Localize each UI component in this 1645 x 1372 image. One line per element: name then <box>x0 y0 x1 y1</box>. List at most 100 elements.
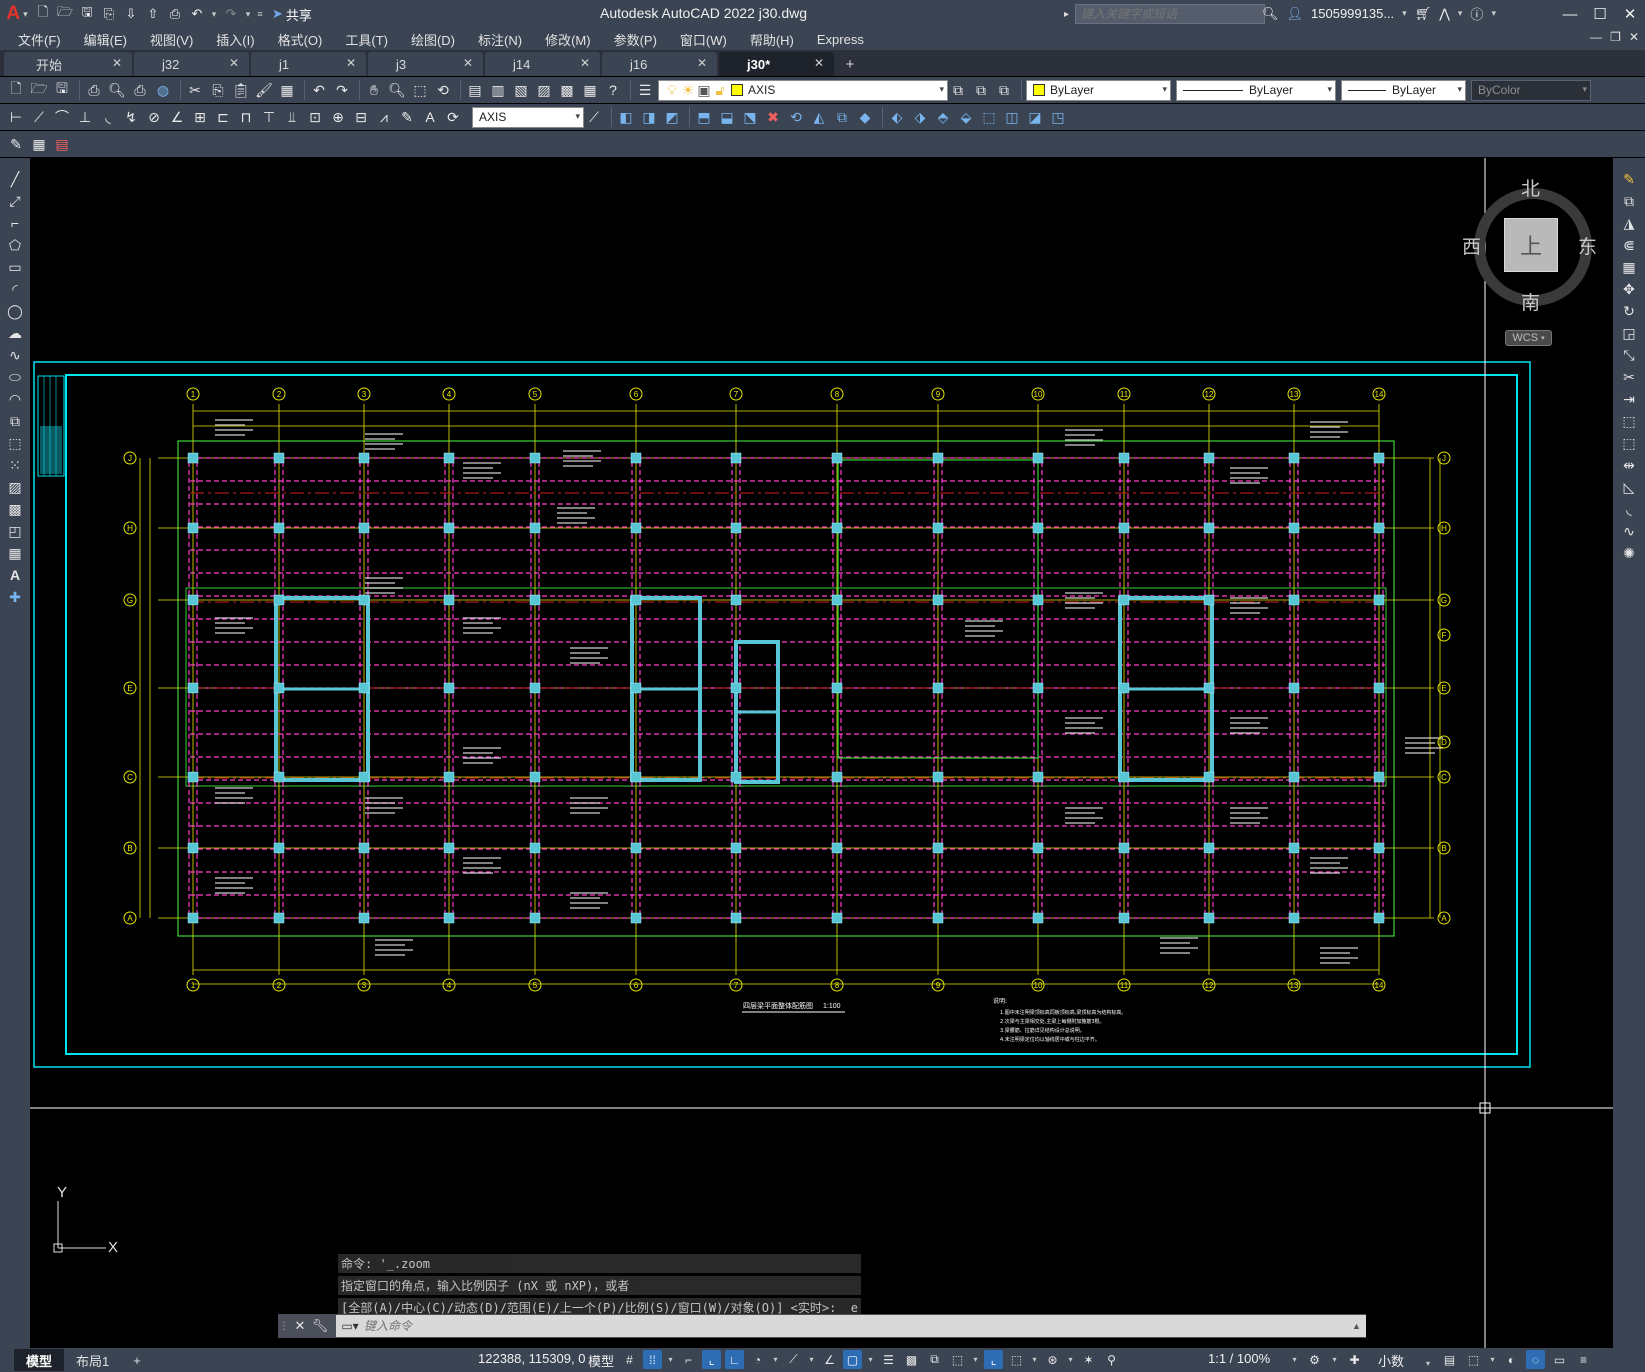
close-icon[interactable]: ✕ <box>1615 0 1645 28</box>
angular-dimension-icon[interactable]: ∠ <box>167 107 187 127</box>
plotstyle-combo[interactable]: ByColor ▾ <box>1471 79 1591 101</box>
move-faces-icon[interactable]: ⬓ <box>717 107 737 127</box>
color-faces-icon[interactable]: ◆ <box>855 107 875 127</box>
redo-icon[interactable]: ↷ <box>332 80 352 100</box>
compass-south[interactable]: 南 <box>1521 288 1540 315</box>
design-center-icon[interactable]: ▥ <box>488 80 508 100</box>
hatch-icon[interactable]: ▨ <box>4 476 26 498</box>
array-icon[interactable]: ▦ <box>1618 256 1640 278</box>
annotation-monitor-icon[interactable]: ✚ <box>1345 1350 1364 1369</box>
tool-palettes-icon[interactable]: ▧ <box>511 80 531 100</box>
cut-icon[interactable]: ✂ <box>185 80 205 100</box>
undo-icon[interactable]: ↶ <box>309 80 329 100</box>
explode-icon[interactable]: ✺ <box>1618 542 1640 564</box>
3d-osnap-dropdown-icon[interactable]: ▾ <box>971 1350 980 1369</box>
lock-ui-icon[interactable]: ⬚ <box>1464 1350 1483 1369</box>
annotation-visibility-icon[interactable]: ✶ <box>1079 1350 1098 1369</box>
mirror-icon[interactable]: ◮ <box>1618 212 1640 234</box>
plot-preview-icon[interactable]: 🔍︎ <box>107 80 127 100</box>
annotation-scale[interactable]: 1:1 / 100% <box>1208 1351 1270 1366</box>
application-menu-button[interactable]: A ▾ <box>0 0 34 28</box>
menu-item[interactable]: 工具(T) <box>345 30 388 49</box>
dimension-space-icon[interactable]: ⊤ <box>259 107 279 127</box>
open-icon[interactable]: 🗁 <box>56 4 74 23</box>
subtract-icon[interactable]: ◨ <box>639 107 659 127</box>
save-to-web-icon[interactable]: ⇧ <box>144 5 162 23</box>
layout-tab[interactable]: 布局1 <box>64 1349 121 1371</box>
arc-icon[interactable]: ◜ <box>4 278 26 300</box>
isodraft-icon[interactable]: ⟋ <box>784 1350 803 1369</box>
search-expand-icon[interactable]: ▸ <box>1064 9 1069 20</box>
plot-icon[interactable]: ⎙ <box>166 5 184 23</box>
dimension-update-icon[interactable]: ⟳ <box>443 107 463 127</box>
linear-dimension-icon[interactable]: ⊢ <box>6 107 26 127</box>
transparency-icon[interactable]: ▩ <box>902 1350 921 1369</box>
object-snap-dropdown-icon[interactable]: ▾ <box>866 1350 875 1369</box>
delete-faces-icon[interactable]: ✖ <box>763 107 783 127</box>
sheet-set-icon[interactable]: ▨ <box>534 80 554 100</box>
intersect-icon[interactable]: ◩ <box>662 107 682 127</box>
viewcube-top-face[interactable]: 上 <box>1504 218 1558 272</box>
units-readout[interactable]: 小数 ▾ <box>1378 1351 1430 1370</box>
rectangle-icon[interactable]: ▭ <box>4 256 26 278</box>
shell-icon[interactable]: ⬙ <box>956 107 976 127</box>
help-icon[interactable]: ? <box>603 80 623 100</box>
layer-previous-icon[interactable]: ⧉ <box>971 80 991 100</box>
move-icon[interactable]: ✥ <box>1618 278 1640 300</box>
chamfer-icon[interactable]: ◺ <box>1618 476 1640 498</box>
center-mark-icon[interactable]: ⊕ <box>328 107 348 127</box>
close-tab-icon[interactable]: ✕ <box>112 56 122 70</box>
edit-attribute-icon[interactable]: ✎ <box>6 134 26 154</box>
command-grip-icon[interactable]: ⋮ <box>278 1321 290 1332</box>
dimension-text-edit-icon[interactable]: A <box>420 107 440 127</box>
dynamic-input-icon[interactable]: ⌞ <box>702 1350 721 1369</box>
lock-dropdown-icon[interactable]: ▾ <box>1488 1350 1497 1369</box>
offset-faces-icon[interactable]: ⬔ <box>740 107 760 127</box>
diameter-dimension-icon[interactable]: ⊘ <box>144 107 164 127</box>
markup-icon[interactable]: ▩ <box>557 80 577 100</box>
table-icon[interactable]: ▦ <box>4 542 26 564</box>
selection-filter-icon[interactable]: ⬚ <box>1007 1350 1026 1369</box>
inspection-icon[interactable]: ⊟ <box>351 107 371 127</box>
lineweight-combo[interactable]: ByLayer ▾ <box>1341 79 1466 101</box>
user-name[interactable]: 1505999135... <box>1311 6 1394 21</box>
extrude-faces-icon[interactable]: ⬒ <box>694 107 714 127</box>
drawing-restore-icon[interactable]: ❐ <box>1610 30 1621 44</box>
customization-icon[interactable]: ≡ <box>1574 1350 1593 1369</box>
polyline-icon[interactable]: ⌐ <box>4 212 26 234</box>
plot-icon[interactable]: ⎙ <box>84 80 104 100</box>
scale-dropdown-icon[interactable]: ▾ <box>1290 1350 1299 1369</box>
close-icon[interactable]: ✕ <box>290 1318 310 1334</box>
paste-icon[interactable]: 📋︎ <box>231 80 251 100</box>
help-icon[interactable]: ⓘ <box>1470 4 1483 23</box>
add-selected-icon[interactable]: ✚ <box>4 586 26 608</box>
dynamic-ucs-icon[interactable]: ⌞ <box>984 1350 1003 1369</box>
publish-icon[interactable]: ⎙ <box>130 80 150 100</box>
imprint-icon[interactable]: ⬖ <box>887 107 907 127</box>
user-icon[interactable]: 👤︎ <box>1287 6 1304 22</box>
ellipse-icon[interactable]: ⬭ <box>4 366 26 388</box>
close-tab-icon[interactable]: ✕ <box>346 56 356 70</box>
fillet-icon[interactable]: ◟ <box>1618 498 1640 520</box>
search-input[interactable] <box>1075 4 1266 24</box>
zoom-previous-icon[interactable]: ⟲ <box>433 80 453 100</box>
cart-icon[interactable]: 🛒︎ <box>1415 6 1432 22</box>
menu-item[interactable]: 视图(V) <box>150 30 193 49</box>
make-block-icon[interactable]: ⬚ <box>4 432 26 454</box>
layer-properties-icon[interactable]: ☰ <box>635 80 655 100</box>
open-icon[interactable]: 🗁 <box>29 80 49 100</box>
drawing-canvas[interactable]: 1 1 2 2 3 3 4 4 5 5 6 6 7 7 8 8 9 9 10 10 11 11 12 12 13 13 14 14 J H… <box>30 158 1613 1348</box>
new-icon[interactable]: 🗋 <box>34 4 52 23</box>
zoom-realtime-icon[interactable]: 🔍︎ <box>387 80 407 100</box>
menu-item[interactable]: 帮助(H) <box>750 30 794 49</box>
file-tab[interactable]: j1 ✕ <box>251 52 366 76</box>
point-icon[interactable]: ⁙ <box>4 454 26 476</box>
menu-item[interactable]: 标注(N) <box>478 30 522 49</box>
multiline-text-icon[interactable]: A <box>4 564 26 586</box>
quick-properties-icon[interactable]: ▤ <box>1440 1350 1459 1369</box>
break-at-point-icon[interactable]: ⬚ <box>1618 410 1640 432</box>
snap-dropdown-icon[interactable]: ▾ <box>666 1350 675 1369</box>
block-editor-icon[interactable]: ▦ <box>277 80 297 100</box>
region-icon[interactable]: ◰ <box>4 520 26 542</box>
block-attribute-icon[interactable]: ▦ <box>29 134 49 154</box>
